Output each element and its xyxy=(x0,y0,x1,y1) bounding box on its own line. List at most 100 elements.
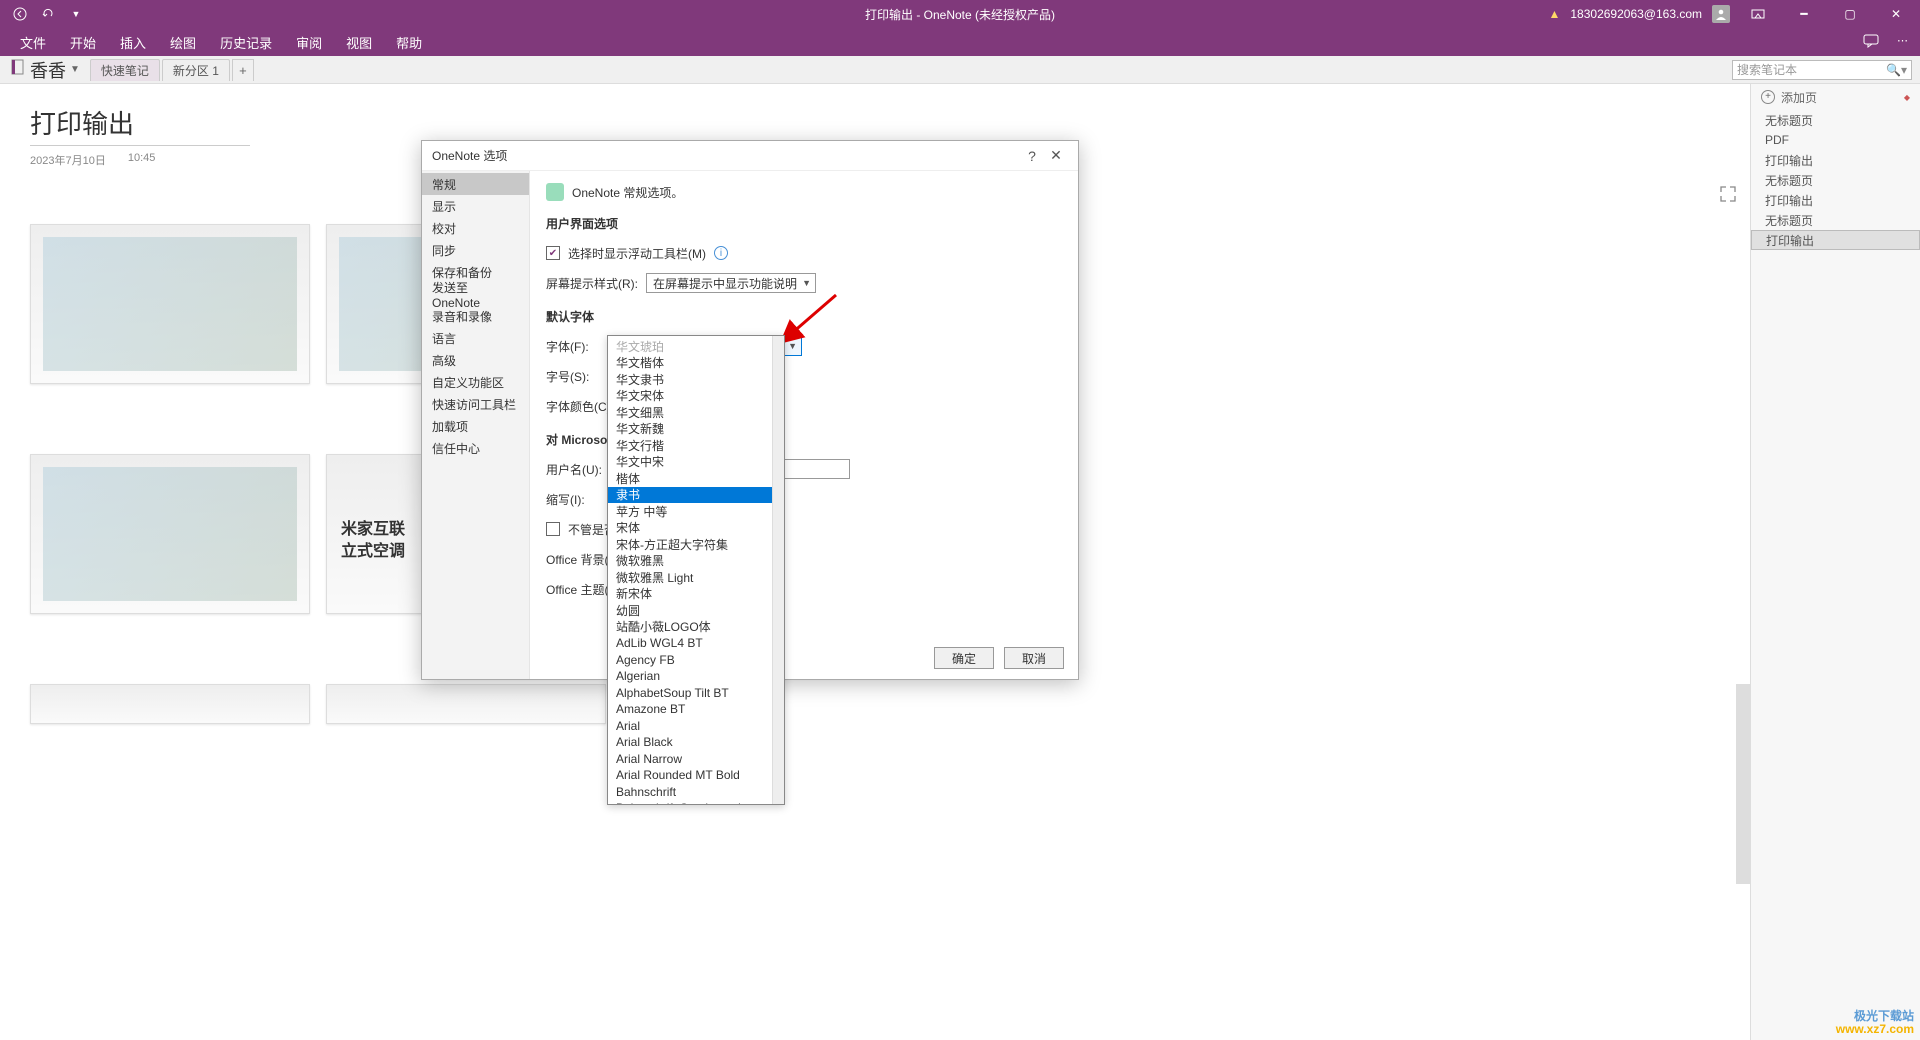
qat-dropdown[interactable]: ▼ xyxy=(64,2,88,26)
font-option[interactable]: 苹方 中等 xyxy=(608,503,784,520)
font-option[interactable]: AdLib WGL4 BT xyxy=(608,635,784,652)
font-option[interactable]: Bahnschrift xyxy=(608,784,784,801)
thumbnail[interactable] xyxy=(30,224,310,384)
font-option[interactable]: 华文细黑 xyxy=(608,404,784,421)
checkbox-always[interactable] xyxy=(546,522,560,536)
font-option[interactable]: 华文行楷 xyxy=(608,437,784,454)
tab-history[interactable]: 历史记录 xyxy=(210,28,282,56)
tab-help[interactable]: 帮助 xyxy=(386,28,432,56)
thumbnail[interactable] xyxy=(326,684,606,724)
page-title[interactable]: 打印输出 xyxy=(30,104,1720,141)
font-option[interactable]: 华文楷体 xyxy=(608,355,784,372)
dialog-title-text: OneNote 选项 xyxy=(432,147,1020,164)
font-option[interactable]: Arial Black xyxy=(608,734,784,751)
dropdown-scrollbar[interactable] xyxy=(772,336,784,804)
tab-review[interactable]: 审阅 xyxy=(286,28,332,56)
font-option-highlighted[interactable]: 隶书 xyxy=(608,487,784,504)
font-option[interactable]: Arial xyxy=(608,718,784,735)
screentip-combobox[interactable]: 在屏幕提示中显示功能说明 ▼ xyxy=(646,273,816,293)
font-dropdown-list[interactable]: 华文琥珀 华文楷体 华文隶书 华文宋体 华文细黑 华文新魏 华文行楷 华文中宋 … xyxy=(607,335,785,805)
tab-insert[interactable]: 插入 xyxy=(110,28,156,56)
checkbox-minibar[interactable]: ✔ xyxy=(546,246,560,260)
dialog-close-button[interactable]: ✕ xyxy=(1044,144,1068,168)
font-option[interactable]: 新宋体 xyxy=(608,586,784,603)
font-option[interactable]: 华文琥珀 xyxy=(608,338,784,355)
page-list-item[interactable]: PDF xyxy=(1751,130,1920,150)
notebook-picker[interactable]: 香香 ▼ xyxy=(0,57,90,83)
category-language[interactable]: 语言 xyxy=(422,327,529,349)
undo-button[interactable] xyxy=(36,2,60,26)
font-option[interactable]: 华文中宋 xyxy=(608,454,784,471)
font-option[interactable]: 宋体-方正超大字符集 xyxy=(608,536,784,553)
page-list-item[interactable]: 无标题页 xyxy=(1751,210,1920,230)
warning-icon[interactable]: ▲ xyxy=(1548,7,1560,21)
category-general[interactable]: 常规 xyxy=(422,173,529,195)
add-section-button[interactable]: + xyxy=(232,59,254,81)
add-page-button[interactable]: + 添加页 ◆ xyxy=(1751,84,1920,110)
avatar-icon[interactable] xyxy=(1712,5,1730,23)
page-list-item[interactable]: 无标题页 xyxy=(1751,170,1920,190)
font-option[interactable]: 站酷小薇LOGO体 xyxy=(608,619,784,636)
category-proofing[interactable]: 校对 xyxy=(422,217,529,239)
font-option[interactable]: 楷体 xyxy=(608,470,784,487)
category-customize-ribbon[interactable]: 自定义功能区 xyxy=(422,371,529,393)
font-option[interactable]: 微软雅黑 Light xyxy=(608,569,784,586)
tab-draw[interactable]: 绘图 xyxy=(160,28,206,56)
minimize-button[interactable]: ━ xyxy=(1786,2,1822,26)
search-icon: 🔍▾ xyxy=(1886,63,1907,77)
font-option[interactable]: 宋体 xyxy=(608,520,784,537)
back-button[interactable] xyxy=(8,2,32,26)
category-sync[interactable]: 同步 xyxy=(422,239,529,261)
window-title: 打印输出 - OneNote (未经授权产品) xyxy=(865,6,1055,23)
font-option[interactable]: 微软雅黑 xyxy=(608,553,784,570)
dialog-category-list: 常规 显示 校对 同步 保存和备份 发送至 OneNote 录音和录像 语言 高… xyxy=(422,171,530,679)
page-list-item-selected[interactable]: 打印输出 xyxy=(1751,230,1920,250)
category-qat[interactable]: 快速访问工具栏 xyxy=(422,393,529,415)
account-label[interactable]: 18302692063@163.com xyxy=(1570,7,1702,21)
dialog-help-button[interactable]: ? xyxy=(1020,144,1044,168)
category-sendto[interactable]: 发送至 OneNote xyxy=(422,283,529,305)
dialog-titlebar: OneNote 选项 ? ✕ xyxy=(422,141,1078,171)
section-tab-newsection[interactable]: 新分区 1 xyxy=(162,59,230,81)
search-input[interactable]: 搜索笔记本 🔍▾ xyxy=(1732,60,1912,80)
expand-page-icon[interactable] xyxy=(1718,184,1738,204)
maximize-button[interactable]: ▢ xyxy=(1832,2,1868,26)
chevron-down-icon: ▼ xyxy=(70,64,80,75)
font-option[interactable]: 华文隶书 xyxy=(608,371,784,388)
info-icon[interactable]: i xyxy=(714,246,728,260)
page-time[interactable]: 10:45 xyxy=(128,152,156,168)
thumbnail[interactable] xyxy=(30,684,310,724)
section-tab-quicknotes[interactable]: 快速笔记 xyxy=(90,59,160,81)
font-option[interactable]: Arial Narrow xyxy=(608,751,784,768)
tab-view[interactable]: 视图 xyxy=(336,28,382,56)
font-option[interactable]: Bahnschrift Condensed xyxy=(608,800,784,805)
close-window-button[interactable]: ✕ xyxy=(1878,2,1914,26)
category-display[interactable]: 显示 xyxy=(422,195,529,217)
tab-file[interactable]: 文件 xyxy=(10,28,56,56)
font-option[interactable]: 华文宋体 xyxy=(608,388,784,405)
font-option[interactable]: AlphabetSoup Tilt BT xyxy=(608,685,784,702)
font-option[interactable]: Algerian xyxy=(608,668,784,685)
collapse-ribbon-icon[interactable]: ⋯ xyxy=(1897,34,1908,51)
font-option[interactable]: Amazone BT xyxy=(608,701,784,718)
page-list-panel: + 添加页 ◆ 无标题页 PDF 打印输出 无标题页 打印输出 无标题页 打印输… xyxy=(1750,84,1920,1040)
tab-home[interactable]: 开始 xyxy=(60,28,106,56)
page-list-item[interactable]: 无标题页 xyxy=(1751,110,1920,130)
vertical-scrollbar[interactable] xyxy=(1736,684,1750,884)
category-trust[interactable]: 信任中心 xyxy=(422,437,529,459)
font-option[interactable]: 华文新魏 xyxy=(608,421,784,438)
page-list-item[interactable]: 打印输出 xyxy=(1751,150,1920,170)
font-option[interactable]: 幼圆 xyxy=(608,602,784,619)
thumb-caption-l2: 立式空调 xyxy=(341,537,405,561)
cancel-button[interactable]: 取消 xyxy=(1004,647,1064,669)
font-option[interactable]: Arial Rounded MT Bold xyxy=(608,767,784,784)
category-advanced[interactable]: 高级 xyxy=(422,349,529,371)
thumbnail[interactable] xyxy=(30,454,310,614)
feedback-icon[interactable] xyxy=(1863,34,1879,51)
ok-button[interactable]: 确定 xyxy=(934,647,994,669)
ribbon-display-options[interactable] xyxy=(1740,2,1776,26)
font-option[interactable]: Agency FB xyxy=(608,652,784,669)
category-addins[interactable]: 加载项 xyxy=(422,415,529,437)
page-date[interactable]: 2023年7月10日 xyxy=(30,152,106,168)
page-list-item[interactable]: 打印输出 xyxy=(1751,190,1920,210)
